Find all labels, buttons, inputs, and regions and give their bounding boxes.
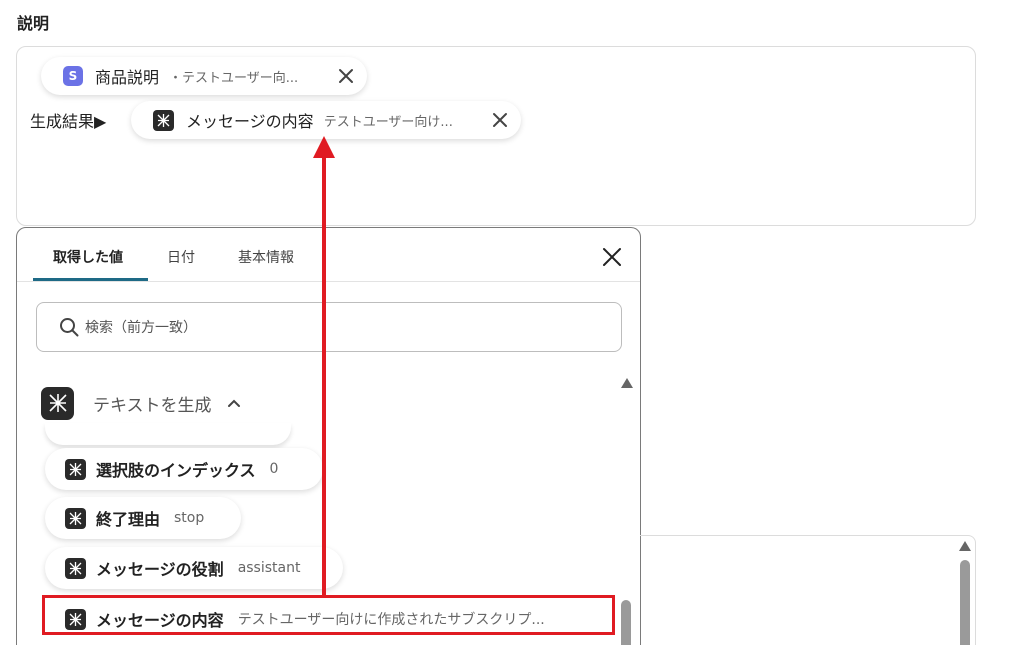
item-value: 0 (269, 461, 279, 477)
secondary-field[interactable] (640, 535, 976, 645)
highlight-annotation-box (42, 595, 615, 635)
tab-acquired-values[interactable]: 取得した値 (53, 247, 123, 267)
item-title: メッセージの役割 (96, 560, 224, 579)
variable-pill-message-content[interactable]: メッセージの内容 テストユーザー向け... (131, 101, 521, 139)
list-item[interactable]: メッセージの役割 assistant (45, 547, 343, 589)
active-tab-indicator (33, 278, 148, 281)
list-item-partial[interactable] (45, 423, 291, 445)
variable-pill-product-description[interactable]: S 商品説明 ・テストユーザー向... (41, 57, 367, 95)
pill-title: 商品説明 (95, 68, 160, 87)
item-title: 終了理由 (96, 510, 161, 529)
scrollbar-thumb[interactable] (621, 600, 631, 645)
field-label: 説明 (17, 14, 50, 33)
search-icon (60, 318, 79, 337)
ai-app-icon (65, 557, 86, 579)
close-icon[interactable] (337, 67, 355, 85)
tab-date[interactable]: 日付 (167, 247, 195, 267)
list-item[interactable]: 選択肢のインデックス 0 (45, 448, 323, 490)
tab-bar: 取得した値 日付 基本情報 (17, 228, 640, 282)
scrollbar-thumb[interactable] (960, 560, 970, 645)
scroll-up-arrow-icon[interactable] (621, 378, 633, 388)
ai-app-icon (65, 458, 86, 480)
pill-title: メッセージの内容 (186, 112, 314, 131)
scroll-up-arrow-icon[interactable] (959, 541, 971, 551)
search-placeholder: 検索（前方一致） (85, 320, 197, 336)
list-item[interactable]: 終了理由 stop (45, 497, 241, 539)
ai-app-icon (153, 109, 174, 131)
close-icon[interactable] (491, 111, 509, 129)
value-picker-panel: 取得した値 日付 基本情報 検索（前方一致） テキストを生成 選択肢のインデック… (16, 227, 641, 645)
item-value: stop (174, 510, 205, 526)
ai-app-icon (41, 386, 74, 420)
chevron-up-icon[interactable] (226, 395, 242, 411)
group-header-generate-text[interactable]: テキストを生成 (41, 386, 242, 420)
s-badge-icon: S (63, 66, 83, 86)
close-icon[interactable] (602, 247, 622, 267)
pill-subtitle: テストユーザー向け... (323, 114, 453, 130)
item-title: 選択肢のインデックス (96, 461, 256, 480)
pill-subtitle: ・テストユーザー向... (169, 70, 299, 86)
group-title: テキストを生成 (93, 395, 212, 416)
result-label: 生成結果▶ (30, 112, 107, 131)
ai-app-icon (65, 507, 86, 529)
search-input[interactable]: 検索（前方一致） (36, 302, 622, 352)
tab-basic-info[interactable]: 基本情報 (238, 247, 294, 267)
item-value: assistant (237, 560, 301, 576)
